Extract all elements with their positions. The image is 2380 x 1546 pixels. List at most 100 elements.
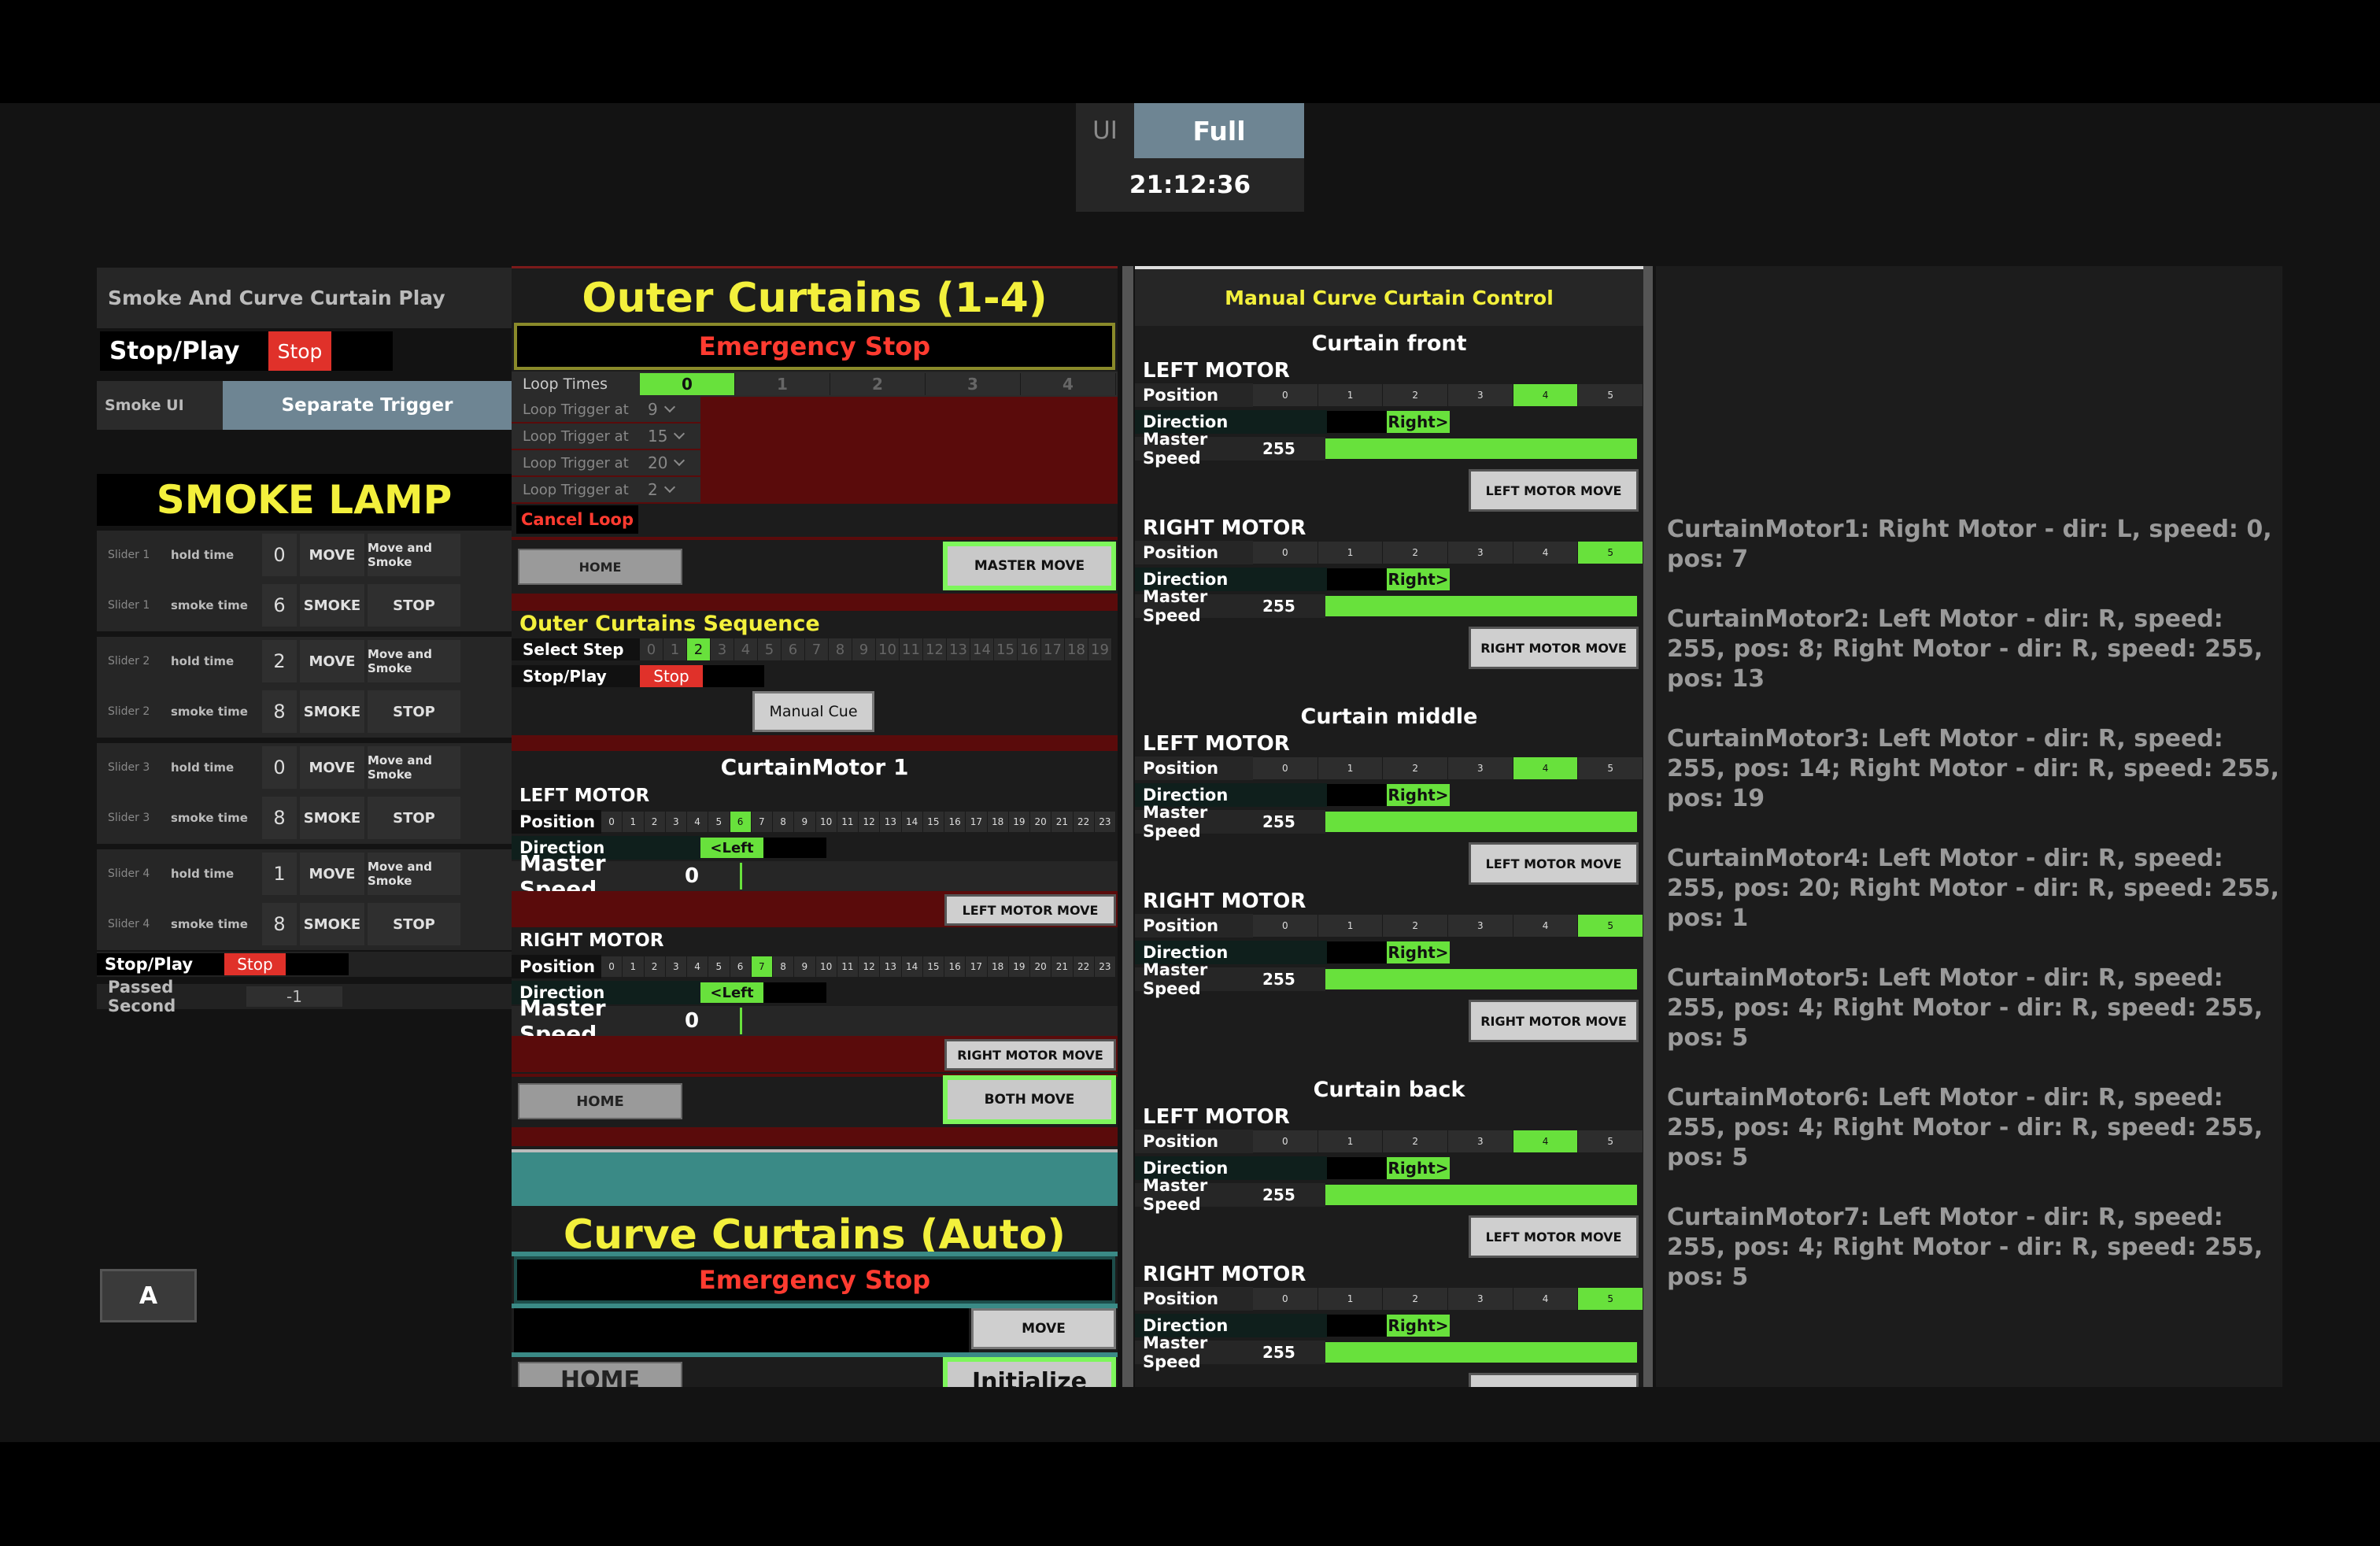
slider-stop-button[interactable]: STOP [368, 690, 460, 733]
position-option[interactable]: 2 [1383, 384, 1449, 406]
position-option[interactable]: 4 [1513, 1288, 1579, 1310]
move-button[interactable]: MOVE [300, 640, 364, 682]
loop-trigger-select[interactable]: 15 [640, 424, 695, 448]
position-option[interactable]: 0 [1253, 384, 1318, 406]
slider-value[interactable]: 1 [262, 853, 297, 895]
position-option[interactable]: 12 [859, 812, 881, 832]
master-speed-slider[interactable] [1325, 1185, 1637, 1205]
step-option[interactable]: 1 [663, 638, 687, 660]
smoke-button[interactable]: SMOKE [300, 903, 364, 945]
left-motor-move-button[interactable]: LEFT MOTOR MOVE [1469, 842, 1639, 885]
position-option[interactable]: 2 [1383, 1288, 1449, 1310]
position-option[interactable]: 1 [623, 956, 645, 977]
slider-value[interactable]: 8 [262, 797, 297, 839]
position-option[interactable]: 16 [944, 812, 966, 832]
position-option[interactable]: 5 [708, 956, 730, 977]
position-option[interactable]: 5 [1578, 542, 1643, 564]
position-option[interactable]: 20 [1030, 812, 1052, 832]
position-option[interactable]: 19 [1008, 956, 1030, 977]
position-option[interactable]: 5 [1578, 915, 1643, 937]
curve-emergency-stop-button[interactable]: Emergency Stop [514, 1256, 1115, 1304]
step-option[interactable]: 19 [1088, 638, 1112, 660]
loop-trigger-select[interactable]: 20 [640, 451, 695, 475]
position-option[interactable]: 1 [1318, 915, 1384, 937]
position-option[interactable]: 0 [1253, 1130, 1318, 1152]
outer-home2-button[interactable]: HOME [518, 1083, 682, 1119]
step-option[interactable]: 14 [970, 638, 994, 660]
position-option[interactable]: 6 [730, 812, 752, 832]
position-option[interactable]: 10 [815, 956, 837, 977]
position-option[interactable]: 7 [751, 956, 773, 977]
step-option[interactable]: 16 [1018, 638, 1041, 660]
position-option[interactable]: 2 [1383, 915, 1449, 937]
position-option[interactable]: 14 [901, 956, 923, 977]
slider-value[interactable]: 0 [262, 746, 297, 789]
position-option[interactable]: 21 [1051, 956, 1074, 977]
position-option[interactable]: 5 [1578, 757, 1643, 779]
curve-home-button[interactable]: HOME [518, 1362, 682, 1387]
outer-emergency-stop-button[interactable]: Emergency Stop [514, 323, 1115, 370]
direction-toggle[interactable]: <Left [700, 982, 763, 1003]
position-option[interactable]: 17 [966, 812, 988, 832]
position-option[interactable]: 1 [1318, 384, 1384, 406]
slider-stop-button[interactable]: STOP [368, 584, 460, 627]
slider-stop-button[interactable]: STOP [368, 903, 460, 945]
direction-toggle[interactable]: Right> [1387, 411, 1450, 433]
position-option[interactable]: 11 [837, 812, 859, 832]
position-option[interactable]: 1 [1318, 1130, 1384, 1152]
position-option[interactable]: 3 [665, 812, 687, 832]
smoke-button[interactable]: SMOKE [300, 584, 364, 627]
smoke-button[interactable]: SMOKE [300, 690, 364, 733]
position-option[interactable]: 2 [1383, 1130, 1449, 1152]
position-option[interactable]: 2 [644, 956, 666, 977]
step-option[interactable]: 12 [923, 638, 947, 660]
position-option[interactable]: 22 [1073, 956, 1095, 977]
position-option[interactable]: 3 [1448, 757, 1513, 779]
position-option[interactable]: 10 [815, 812, 837, 832]
position-option[interactable]: 0 [1253, 757, 1318, 779]
position-option[interactable]: 4 [687, 956, 709, 977]
position-option[interactable]: 2 [1383, 542, 1449, 564]
position-option[interactable]: 5 [1578, 1130, 1643, 1152]
position-option[interactable]: 15 [922, 812, 944, 832]
position-option[interactable]: 4 [1513, 915, 1579, 937]
position-option[interactable]: 4 [1513, 1130, 1579, 1152]
master-speed-slider[interactable] [1325, 969, 1637, 989]
position-option[interactable]: 18 [987, 812, 1009, 832]
position-option[interactable]: 5 [708, 812, 730, 832]
position-option[interactable]: 7 [751, 812, 773, 832]
position-option[interactable]: 8 [773, 812, 795, 832]
loop-times-option[interactable]: 1 [735, 373, 830, 395]
position-option[interactable]: 1 [1318, 757, 1384, 779]
seq-stop-button[interactable]: Stop [640, 665, 703, 687]
manual-cue-button[interactable]: Manual Cue [752, 691, 874, 732]
slider-value[interactable]: 6 [262, 584, 297, 627]
position-option[interactable]: 3 [1448, 542, 1513, 564]
position-option[interactable]: 5 [1578, 1288, 1643, 1310]
step-option[interactable]: 13 [947, 638, 970, 660]
step-option[interactable]: 3 [711, 638, 734, 660]
ui-tab[interactable]: UI [1076, 103, 1134, 158]
step-option[interactable]: 15 [994, 638, 1018, 660]
position-option[interactable]: 0 [601, 956, 623, 977]
loop-times-option[interactable]: 3 [926, 373, 1021, 395]
position-option[interactable]: 2 [1383, 757, 1449, 779]
move-button[interactable]: MOVE [300, 534, 364, 576]
loop-times-option[interactable]: 0 [640, 373, 735, 395]
position-option[interactable]: 0 [601, 812, 623, 832]
position-option[interactable]: 21 [1051, 812, 1074, 832]
position-option[interactable]: 19 [1008, 812, 1030, 832]
direction-toggle[interactable]: Right> [1387, 784, 1450, 806]
left-motor-move-button[interactable]: LEFT MOTOR MOVE [944, 894, 1116, 926]
move-and-smoke-button[interactable]: Move and Smoke [368, 746, 460, 789]
curve-move-button[interactable]: MOVE [971, 1308, 1116, 1349]
position-option[interactable]: 3 [1448, 1130, 1513, 1152]
slider-stop-button[interactable]: STOP [368, 797, 460, 839]
cancel-loop-button[interactable]: Cancel Loop [516, 505, 638, 534]
loop-trigger-select[interactable]: 9 [640, 398, 695, 421]
position-option[interactable]: 3 [1448, 1288, 1513, 1310]
slider-value[interactable]: 2 [262, 640, 297, 682]
position-option[interactable]: 9 [794, 812, 816, 832]
position-option[interactable]: 13 [880, 956, 902, 977]
step-option[interactable]: 10 [876, 638, 900, 660]
